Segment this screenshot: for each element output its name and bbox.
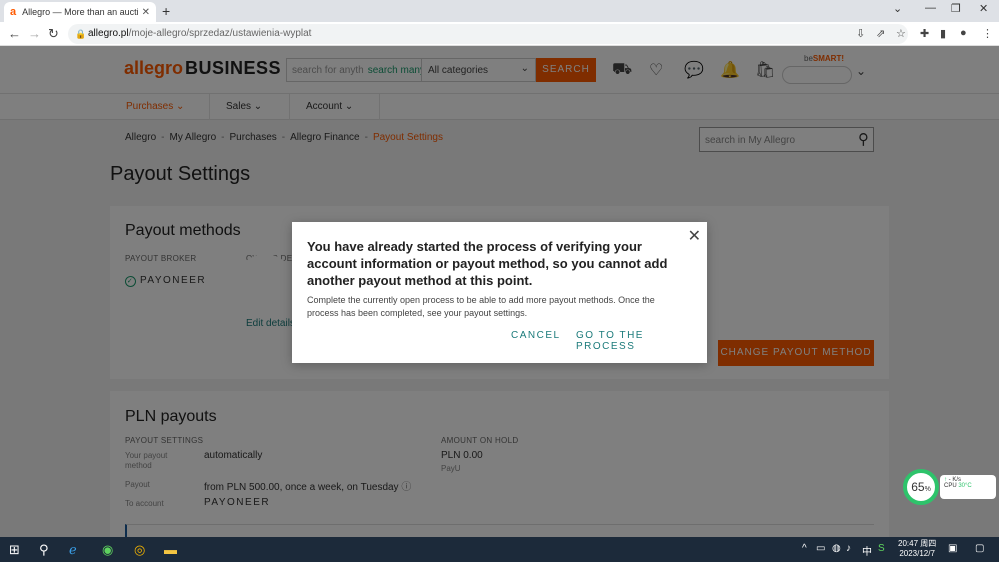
reload-icon[interactable]: ↻ [48, 26, 59, 42]
cpu-temp: 30°C [958, 483, 972, 489]
tray-security-icon[interactable]: S [878, 543, 885, 554]
new-tab-button[interactable]: + [162, 3, 170, 19]
url-field[interactable]: 🔒 allegro.pl/moje-allegro/sprzedaz/ustaw… [68, 24, 908, 44]
go-to-process-button[interactable]: GO TO THE PROCESS [576, 330, 707, 352]
allegro-favicon-icon: a [10, 6, 17, 18]
ime-indicator[interactable]: 中 [862, 543, 872, 558]
clock-time: 20:47 周四 [898, 539, 937, 548]
clock-date: 2023/12/7 [899, 549, 935, 558]
restore-icon[interactable]: ❐ [951, 2, 961, 15]
side-panel-icon[interactable]: ▮ [940, 27, 946, 40]
tab-search-icon[interactable]: ⌄ [893, 2, 902, 15]
cpu-usage-ring: 65% [903, 469, 939, 505]
action-center-icon[interactable]: ▢ [975, 543, 984, 554]
profile-icon[interactable]: ● [960, 27, 967, 39]
browser-tab-strip: a Allegro — More than an aucti ✕ + ⌄ — ❐… [0, 0, 999, 22]
close-icon[interactable]: ✕ [688, 226, 701, 246]
share-icon[interactable]: ⇗ [876, 27, 885, 40]
lock-icon: 🔒 [75, 29, 87, 39]
extensions-icon[interactable]: ✚ [920, 27, 929, 40]
cpu-stats-box: ↑ - K/s CPU 30°C [940, 475, 996, 499]
tab-title: Allegro — More than an aucti [22, 7, 138, 17]
forward-icon[interactable]: → [28, 26, 41, 41]
volume-icon[interactable]: ♪ [846, 543, 851, 554]
allegro-page: allegroBUSINESS search for anythsearch m… [0, 46, 999, 537]
taskbar-clock[interactable]: 20:47 周四 2023/12/7 [898, 539, 936, 559]
file-explorer-icon[interactable]: ▬ [164, 542, 177, 557]
tray-app-icon[interactable]: ◍ [832, 543, 841, 554]
cpu-monitor-widget[interactable]: 65% ↑ - K/s CPU 30°C [903, 469, 996, 509]
search-icon[interactable]: ⚲ [39, 542, 49, 558]
verification-in-progress-dialog: ✕ You have already started the process o… [292, 222, 707, 363]
notification-icon[interactable]: ▣ [948, 543, 957, 554]
dialog-title: You have already started the process of … [307, 239, 668, 288]
browser-tab[interactable]: a Allegro — More than an aucti ✕ [4, 2, 156, 22]
back-icon[interactable]: ← [8, 26, 21, 41]
cpu-percent: 65 [911, 480, 925, 494]
windows-taskbar: ⊞ ⚲ ℯ ◉ ◎ ▬ ^ ▭ ◍ ♪ 中 S 20:47 周四 2023/12… [0, 537, 999, 562]
url-path: /moje-allegro/sprzedaz/ustawienia-wyplat [128, 28, 312, 39]
browser-menu-icon[interactable]: ⋮ [982, 27, 993, 40]
windows-start-icon[interactable]: ⊞ [9, 542, 20, 558]
tab-close-icon[interactable]: ✕ [142, 7, 150, 18]
url-host: allegro.pl [88, 28, 129, 39]
ie-icon[interactable]: ℯ [69, 542, 77, 558]
app-green-icon[interactable]: ◉ [102, 542, 113, 558]
cpu-percent-sign: % [924, 486, 931, 493]
tray-chevron-icon[interactable]: ^ [802, 543, 807, 554]
dialog-body: Complete the currently open process to b… [307, 295, 655, 318]
minimize-icon[interactable]: — [925, 2, 936, 14]
close-window-icon[interactable]: ✕ [979, 2, 988, 15]
address-bar-row: ← → ↻ 🔒 allegro.pl/moje-allegro/sprzedaz… [0, 22, 999, 46]
chrome-icon[interactable]: ◎ [134, 542, 145, 558]
tray-network-icon[interactable]: ▭ [816, 543, 825, 554]
install-icon[interactable]: ⇩ [856, 27, 865, 40]
cancel-button[interactable]: CANCEL [511, 330, 561, 341]
bookmark-star-icon[interactable]: ☆ [896, 27, 906, 40]
cpu-label: CPU [944, 483, 957, 489]
